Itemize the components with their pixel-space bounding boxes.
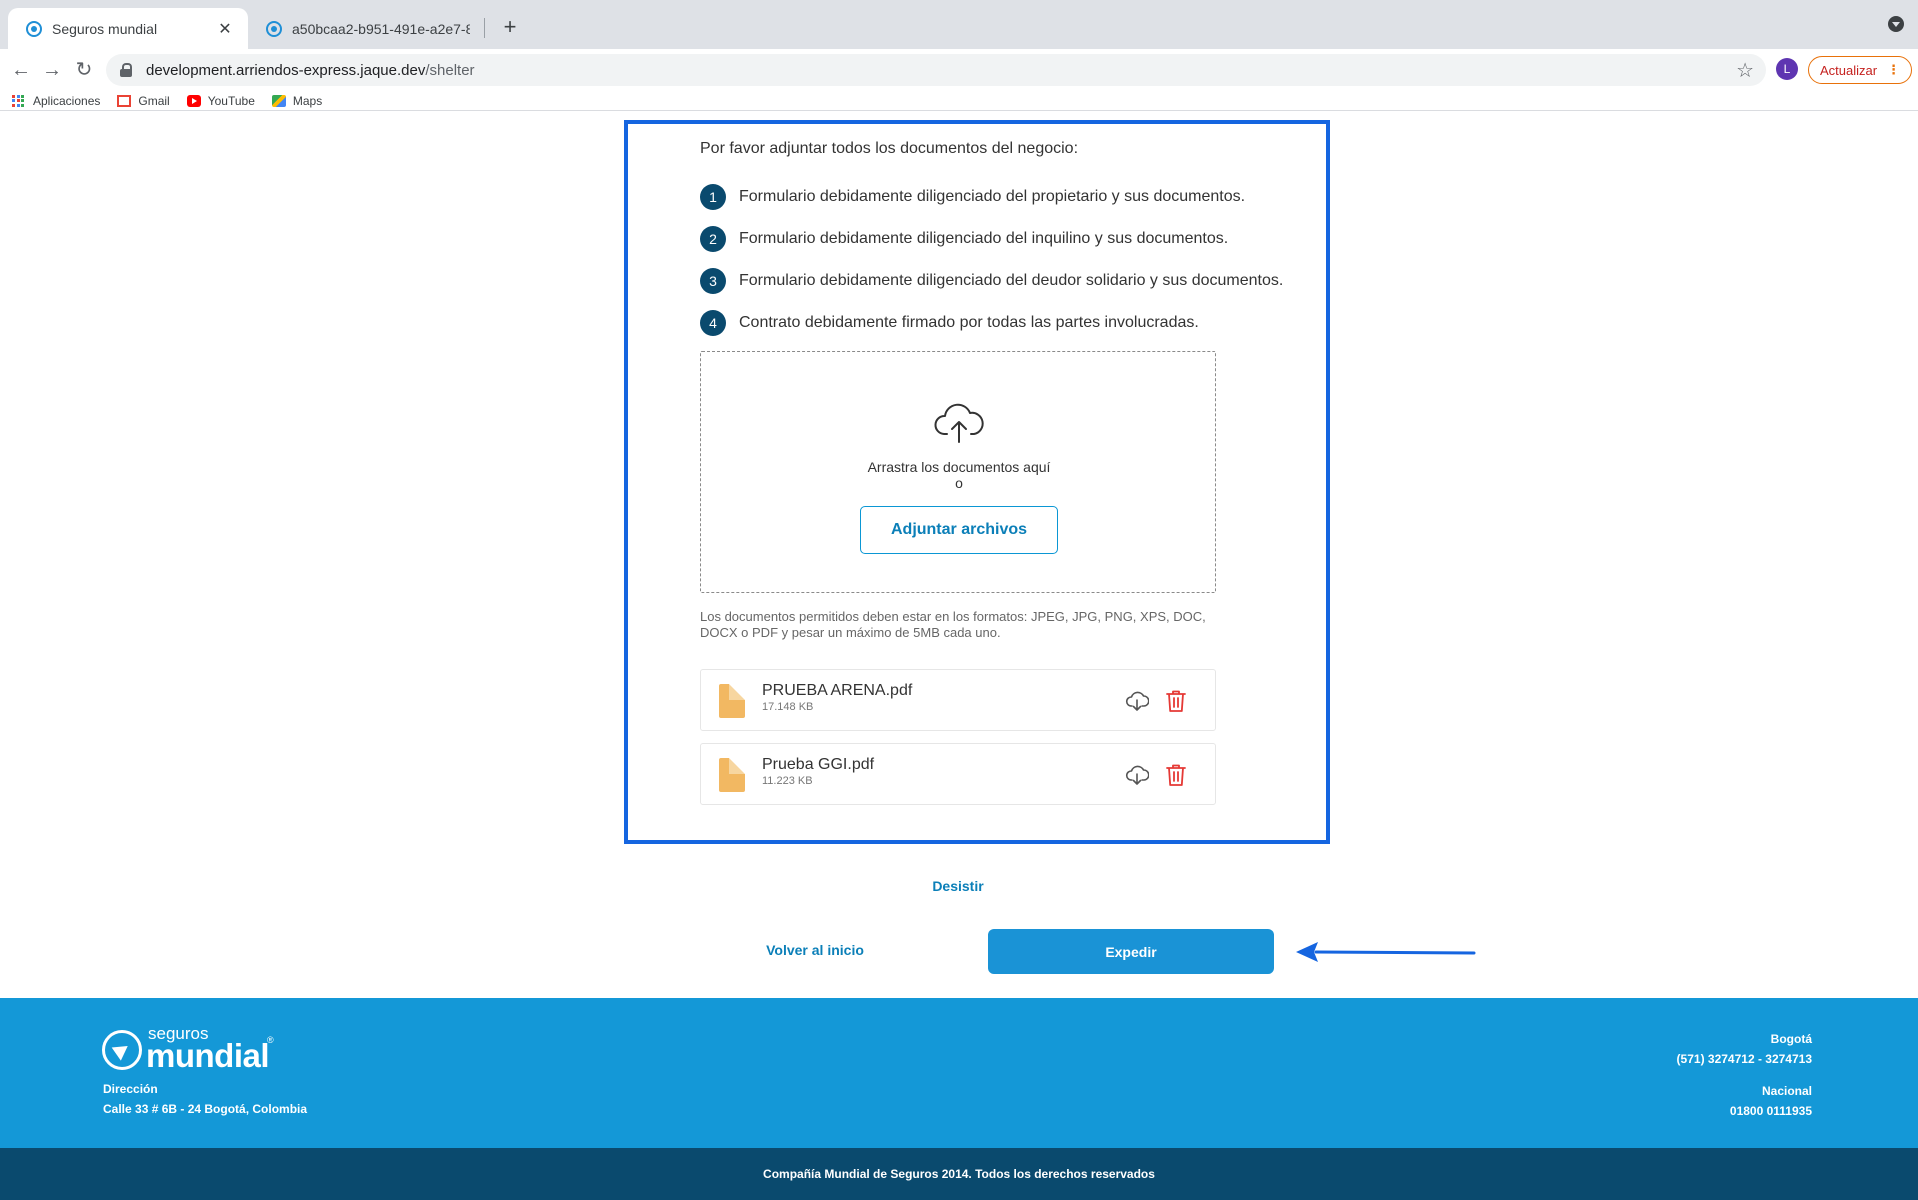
file-size: 11.223 KB <box>762 775 813 787</box>
requirement-text: Formulario debidamente diligenciado del … <box>739 230 1229 247</box>
site-favicon-icon <box>266 20 282 37</box>
uploaded-file-item: Prueba GGI.pdf 11.223 KB <box>700 743 1216 805</box>
seguros-mundial-logo[interactable]: seguros mundial ® <box>102 1024 302 1074</box>
gmail-icon <box>117 94 132 107</box>
cloud-download-icon[interactable] <box>1125 689 1149 713</box>
cloud-upload-icon <box>934 403 984 443</box>
step-number-badge: 2 <box>700 226 726 252</box>
attach-files-button[interactable]: Adjuntar archivos <box>860 506 1058 554</box>
requirement-item: 1 Formulario debidamente diligenciado de… <box>700 176 1283 218</box>
lock-icon[interactable] <box>120 63 132 77</box>
file-name: Prueba GGI.pdf <box>762 756 875 773</box>
registered-mark: ® <box>267 1035 274 1045</box>
address-label: Dirección <box>103 1082 158 1096</box>
chrome-divider <box>0 110 1918 111</box>
documents-intro: Por favor adjuntar todos los documentos … <box>700 140 1079 157</box>
apps-grid-icon <box>12 94 26 107</box>
bookmark-apps[interactable]: Aplicaciones <box>12 94 100 108</box>
url-path: /shelter <box>425 61 475 79</box>
file-size: 17.148 KB <box>762 701 814 713</box>
site-footer: seguros mundial ® Dirección Calle 33 # 6… <box>0 998 1918 1148</box>
desistir-link[interactable]: Desistir <box>900 878 1016 894</box>
reload-button[interactable]: ↻ <box>69 55 99 85</box>
drag-hint: Arrastra los documentos aquí <box>867 459 1051 475</box>
tab-close-icon[interactable]: ✕ <box>216 19 234 39</box>
requirement-text: Formulario debidamente diligenciado del … <box>739 188 1246 205</box>
back-to-home-link[interactable]: Volver al inicio <box>750 942 880 958</box>
menu-dots-icon: ⋮ <box>1887 62 1901 77</box>
national-phone: 01800 0111935 <box>1729 1104 1812 1118</box>
site-favicon-icon <box>26 20 42 37</box>
requirements-list: 1 Formulario debidamente diligenciado de… <box>700 176 1283 344</box>
bookmark-star-icon[interactable]: ☆ <box>1736 58 1754 83</box>
requirement-text: Formulario debidamente diligenciado del … <box>739 272 1284 289</box>
cloud-download-icon[interactable] <box>1125 763 1149 787</box>
expedir-button[interactable]: Expedir <box>988 929 1274 974</box>
bookmark-gmail[interactable]: Gmail <box>117 93 170 108</box>
requirement-item: 3 Formulario debidamente diligenciado de… <box>700 260 1283 302</box>
tab-title: a50bcaa2-b951-491e-a2e7-8( <box>292 20 470 37</box>
address-value: Calle 33 # 6B - 24 Bogotá, Colombia <box>103 1102 308 1116</box>
national-label: Nacional <box>1761 1084 1812 1098</box>
uploaded-file-item: PRUEBA ARENA.pdf 17.148 KB <box>700 669 1216 731</box>
update-button[interactable]: Actualizar ⋮ <box>1808 56 1912 84</box>
browser-toolbar: ← → ↻ development.arriendos-express.jaqu… <box>0 49 1918 91</box>
requirement-item: 2 Formulario debidamente diligenciado de… <box>700 218 1283 260</box>
city-label: Bogotá <box>1770 1032 1812 1046</box>
profile-avatar[interactable]: L <box>1776 58 1798 80</box>
address-bar[interactable]: development.arriendos-express.jaque.dev /… <box>106 54 1766 86</box>
copyright-bar: Compañía Mundial de Seguros 2014. Todos … <box>0 1148 1918 1200</box>
requirement-item: 4 Contrato debidamente firmado por todas… <box>700 302 1283 344</box>
tab-seguros-mundial[interactable]: Seguros mundial ✕ <box>8 8 248 49</box>
step-number-badge: 1 <box>700 184 726 210</box>
arrow-left-icon <box>1296 942 1476 962</box>
tab-second[interactable]: a50bcaa2-b951-491e-a2e7-8( <box>248 8 484 49</box>
step-number-badge: 4 <box>700 310 726 336</box>
youtube-icon <box>186 94 201 107</box>
back-button[interactable]: ← <box>6 55 36 85</box>
file-icon <box>719 758 745 792</box>
or-separator: o <box>955 475 963 491</box>
trash-icon[interactable] <box>1165 763 1187 787</box>
tab-separator <box>484 18 485 38</box>
requirement-text: Contrato debidamente firmado por todas l… <box>739 314 1199 331</box>
file-dropzone[interactable]: Arrastra los documentos aquí o Adjuntar … <box>700 351 1216 593</box>
forward-button[interactable]: → <box>37 55 67 85</box>
trash-icon[interactable] <box>1165 689 1187 713</box>
bookmarks-bar: Aplicaciones Gmail YouTube Maps <box>0 91 1918 110</box>
bookmark-label: YouTube <box>207 93 255 108</box>
allowed-formats-note: Los documentos permitidos deben estar en… <box>700 609 1206 640</box>
bookmark-label: Maps <box>292 93 323 108</box>
logo-big-text: mundial <box>146 1037 270 1074</box>
new-tab-button[interactable]: + <box>496 13 524 41</box>
bookmark-youtube[interactable]: YouTube <box>186 93 255 108</box>
copyright-text: Compañía Mundial de Seguros 2014. Todos … <box>763 1167 1155 1181</box>
tab-search-icon[interactable] <box>1888 16 1904 32</box>
bookmark-maps[interactable]: Maps <box>271 93 323 108</box>
tab-title: Seguros mundial <box>52 20 158 37</box>
file-icon <box>719 684 745 718</box>
bookmark-label: Aplicaciones <box>33 93 101 108</box>
city-phone: (571) 3274712 - 3274713 <box>1676 1052 1812 1066</box>
dropzone-text: Arrastra los documentos aquí o <box>701 459 1217 491</box>
step-number-badge: 3 <box>700 268 726 294</box>
logo-mark-icon <box>102 1030 142 1070</box>
browser-tab-bar: Seguros mundial ✕ a50bcaa2-b951-491e-a2e… <box>0 0 1918 49</box>
bookmark-label: Gmail <box>138 93 170 108</box>
maps-icon <box>271 94 286 107</box>
update-label: Actualizar <box>1819 62 1878 78</box>
url-host: development.arriendos-express.jaque.dev <box>146 61 426 79</box>
file-name: PRUEBA ARENA.pdf <box>762 682 913 699</box>
